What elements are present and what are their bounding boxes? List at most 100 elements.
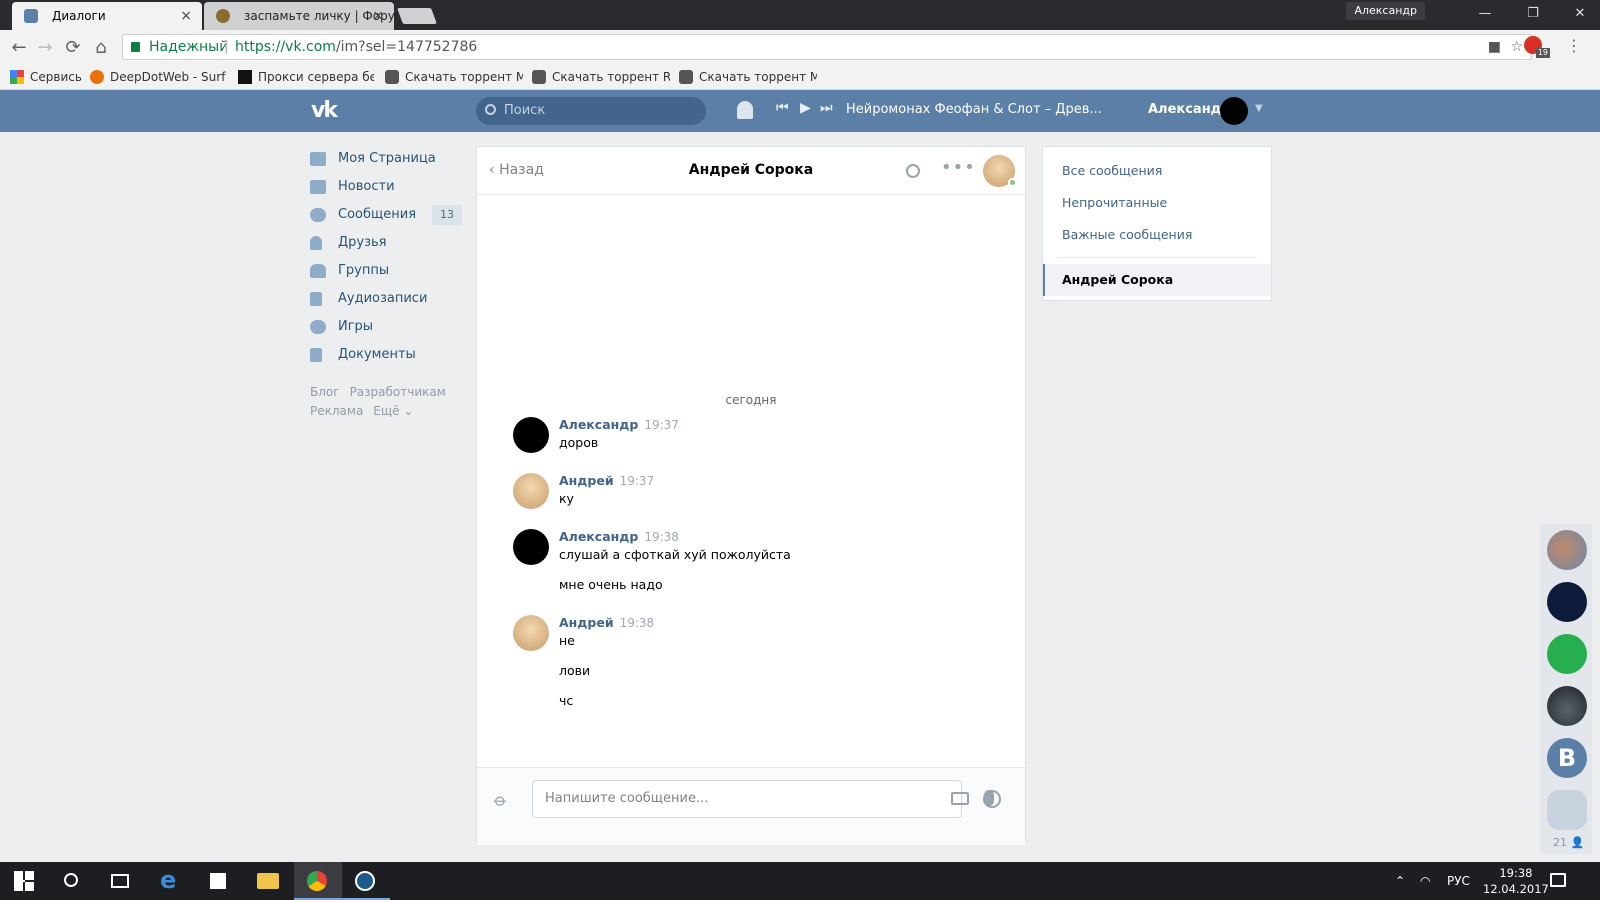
online-friends-count[interactable]: 21 👤 [1553,836,1584,849]
task-view-icon[interactable] [111,874,129,888]
camera-icon[interactable] [951,792,969,805]
message-author[interactable]: Андрей 19:37 [559,473,654,488]
bookmark-torrent-1[interactable]: Скачать торрент Met [385,68,523,86]
wifi-icon[interactable]: ◠ [1420,874,1430,888]
message-author[interactable]: Александр 19:37 [559,417,679,432]
extension-badge: 19 [1535,48,1550,58]
store-icon[interactable] [210,873,226,889]
sidebar-item-friends[interactable]: Друзья [310,229,462,257]
tab-forum[interactable]: заспамьте личку | Форум × [204,2,394,30]
bookmark-proxy[interactable]: Прокси сервера бесп [238,68,374,86]
sidebar-item-label: Новости [338,179,395,194]
home-icon[interactable]: ⌂ [90,37,112,59]
prev-track-icon[interactable]: ⏮ [776,100,789,116]
sidebar-item-groups[interactable]: Группы [310,257,462,285]
system-clock[interactable]: 19:38 12.04.2017 [1483,865,1549,897]
bookmark-torrent-2[interactable]: Скачать торрент RESI [532,68,670,86]
author-name[interactable]: Александр [559,529,638,544]
vk-logo[interactable]: vk [311,98,345,123]
footer-link-developers[interactable]: Разработчикам [350,385,446,399]
sidebar-item-label: Моя Страница [338,151,436,166]
bell-icon[interactable] [737,101,753,119]
bookmark-services[interactable]: Сервисы [10,68,82,86]
selected-dialog[interactable]: Андрей Сорока [1043,264,1271,296]
avatar[interactable] [513,615,549,651]
search-icon[interactable] [906,164,920,178]
paperclip-icon[interactable]: ⌀ [489,789,512,812]
minimize-icon[interactable]: — [1465,4,1505,24]
microphone-icon[interactable] [984,790,994,806]
footer-link-ads[interactable]: Реклама [310,404,363,418]
filter-unread[interactable]: Непрочитанные [1043,187,1271,219]
cat-icon[interactable] [1547,790,1587,830]
tab-dialogs[interactable]: Диалоги × [12,2,202,30]
header-user-name[interactable]: Александр [1148,102,1231,117]
avatar[interactable] [1547,530,1587,570]
sidebar-item-audio[interactable]: Аудиозаписи [310,285,462,313]
browser-menu-icon[interactable]: ⋮ [1566,36,1582,55]
sidebar-item-my-page[interactable]: Моя Страница [310,145,462,173]
author-name[interactable]: Александр [559,417,638,432]
sidebar-item-games[interactable]: Игры [310,313,462,341]
message-author[interactable]: Александр 19:38 [559,529,679,544]
footer-link-blog[interactable]: Блог [310,385,340,399]
message-text: лови [559,663,591,678]
chrome-icon[interactable] [307,871,327,891]
play-icon[interactable]: ▶ [800,100,811,116]
torrent-icon [532,70,546,84]
windows-start-icon[interactable] [14,871,34,891]
footer-link-more[interactable]: Ещё ⌄ [373,404,413,418]
search-icon[interactable] [64,873,78,887]
file-explorer-icon[interactable] [257,873,279,889]
day-separator: сегодня [725,393,777,407]
next-track-icon[interactable]: ⏭ [820,100,833,116]
sidebar-item-messages[interactable]: Сообщения 13 [310,201,462,229]
security-label: Надежный [149,39,229,55]
ddw-icon [90,70,104,84]
maximize-icon[interactable]: ❐ [1513,4,1553,24]
url-path: /im?sel=147752786 [335,39,478,55]
message-input[interactable]: Напишите сообщение... [532,780,1001,818]
reload-icon[interactable]: ⟳ [62,37,84,59]
avatar[interactable] [1547,686,1587,726]
back-arrow-icon[interactable]: ← [8,37,30,59]
avatar[interactable] [1547,634,1587,674]
bookmark-star-icon[interactable]: ☆ [1510,35,1523,59]
message-author[interactable]: Андрей 19:38 [559,615,654,630]
avatar[interactable] [513,473,549,509]
new-tab-button[interactable] [397,8,437,24]
author-name[interactable]: Андрей [559,615,614,630]
sidebar-item-documents[interactable]: Документы [310,341,462,369]
tab-close-icon[interactable]: × [372,2,384,30]
address-bar[interactable]: Надежный | https://vk.com/im?sel=1477527… [122,34,1532,60]
message-group: Андрей 19:38 не лови чс [513,615,993,715]
notifications-icon[interactable] [1550,873,1566,887]
search-icon [485,104,496,115]
avatar[interactable] [513,417,549,453]
current-track[interactable]: Нейромонах Феофан & Слот – Древ... [846,102,1102,117]
browser-profile-button[interactable]: Александр [1346,2,1425,20]
steam-icon[interactable] [355,871,375,891]
window-close-icon[interactable]: ✕ [1560,4,1600,24]
sidebar-item-news[interactable]: Новости [310,173,462,201]
left-menu: Моя Страница Новости Сообщения 13 Друзья … [310,145,462,421]
more-icon[interactable]: ••• [941,157,976,178]
forward-arrow-icon[interactable]: → [34,37,56,59]
author-name[interactable]: Андрей [559,473,614,488]
edge-icon[interactable]: e [160,866,180,894]
avatar[interactable] [1220,97,1248,125]
filter-important[interactable]: Важные сообщения [1043,219,1271,251]
friends-icon [310,236,322,250]
chevron-down-icon[interactable]: ▼ [1255,103,1263,114]
camera-permission-icon[interactable]: ■ [1488,35,1501,59]
avatar[interactable] [513,529,549,565]
search-input[interactable]: Поиск [476,97,706,125]
tab-close-icon[interactable]: × [180,2,192,30]
bookmark-torrent-3[interactable]: Скачать торрент Mas [679,68,817,86]
avatar[interactable]: B [1547,738,1587,778]
language-indicator[interactable]: РУС [1447,874,1470,888]
chevron-up-icon[interactable]: ⌃ [1395,874,1405,888]
filter-all-messages[interactable]: Все сообщения [1043,155,1271,187]
bookmark-deepdotweb[interactable]: DeepDotWeb - Surfac [90,68,226,86]
avatar[interactable] [1547,582,1587,622]
